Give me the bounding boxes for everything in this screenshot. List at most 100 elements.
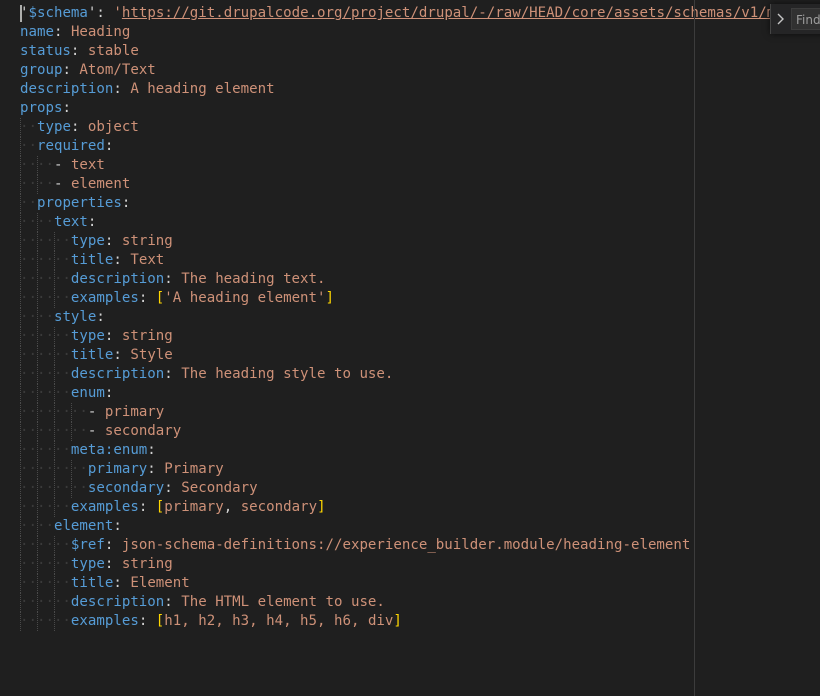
- code-token: $schema: [28, 5, 88, 21]
- code-line[interactable]: props:: [20, 99, 820, 118]
- code-token: :: [113, 81, 131, 97]
- code-line[interactable]: ··required:: [20, 137, 820, 156]
- indent-guide: [20, 289, 21, 308]
- code-line[interactable]: ········- primary: [20, 403, 820, 422]
- code-token: string: [121, 328, 173, 344]
- code-token: :: [147, 442, 156, 458]
- whitespace-marker: ······: [20, 347, 71, 363]
- code-token: $ref: [70, 537, 105, 553]
- code-line[interactable]: ········- secondary: [20, 422, 820, 441]
- code-token: title: [70, 347, 114, 363]
- indent-guide: [20, 308, 21, 327]
- code-line[interactable]: status: stable: [20, 42, 820, 61]
- code-token: secondary: [87, 480, 165, 496]
- code-line[interactable]: ········secondary: Secondary: [20, 479, 820, 498]
- whitespace-marker: ······: [20, 233, 71, 249]
- indent-guide: [37, 213, 38, 232]
- indent-guide: [20, 574, 21, 593]
- code-token: string: [121, 233, 173, 249]
- code-token: :: [147, 461, 165, 477]
- indent-guide: [37, 270, 38, 289]
- indent-guide: [54, 289, 55, 308]
- code-token: :: [113, 347, 131, 363]
- code-line[interactable]: ······meta:enum:: [20, 441, 820, 460]
- indent-guide: [37, 517, 38, 536]
- code-line[interactable]: ······type: string: [20, 232, 820, 251]
- code-line[interactable]: ····element:: [20, 517, 820, 536]
- code-token: stable: [87, 43, 139, 59]
- code-line[interactable]: ······title: Element: [20, 574, 820, 593]
- whitespace-marker: ······: [20, 290, 71, 306]
- code-line[interactable]: ······type: string: [20, 327, 820, 346]
- code-line[interactable]: ······description: The heading text.: [20, 270, 820, 289]
- indent-guide: [54, 479, 55, 498]
- code-token: type: [70, 556, 105, 572]
- code-line[interactable]: ··type: object: [20, 118, 820, 137]
- toggle-replace-button[interactable]: [771, 4, 791, 34]
- code-line[interactable]: '$schema': 'https://git.drupalcode.org/p…: [20, 4, 820, 23]
- code-line[interactable]: ······$ref: json-schema-definitions://ex…: [20, 536, 820, 555]
- whitespace-marker: ······: [20, 328, 71, 344]
- code-token: primary: [104, 404, 165, 420]
- code-line[interactable]: ····style:: [20, 308, 820, 327]
- code-token: description: [70, 366, 165, 382]
- code-line[interactable]: ······enum:: [20, 384, 820, 403]
- code-token: -: [53, 176, 71, 192]
- code-token: primary: [87, 461, 148, 477]
- code-line[interactable]: ······description: The heading style to …: [20, 365, 820, 384]
- indent-guide: [37, 479, 38, 498]
- indent-guide: [20, 365, 21, 384]
- code-token: examples: [70, 613, 139, 629]
- find-input[interactable]: Find: [791, 8, 820, 30]
- code-token: string: [121, 556, 173, 572]
- code-line[interactable]: ··properties:: [20, 194, 820, 213]
- code-token: status: [20, 43, 71, 59]
- code-line[interactable]: ······description: The HTML element to u…: [20, 593, 820, 612]
- code-line[interactable]: ······type: string: [20, 555, 820, 574]
- find-widget[interactable]: Find: [770, 4, 820, 34]
- whitespace-marker: ··: [20, 138, 37, 154]
- code-line[interactable]: ······title: Style: [20, 346, 820, 365]
- code-token: element: [70, 176, 131, 192]
- indent-guide: [54, 574, 55, 593]
- code-area[interactable]: '$schema': 'https://git.drupalcode.org/p…: [20, 4, 820, 631]
- indent-guide: [71, 422, 72, 441]
- code-line[interactable]: ······title: Text: [20, 251, 820, 270]
- indent-guide: [54, 498, 55, 517]
- code-line[interactable]: ····- text: [20, 156, 820, 175]
- code-line[interactable]: description: A heading element: [20, 80, 820, 99]
- code-token: title: [70, 575, 114, 591]
- indent-guide: [37, 346, 38, 365]
- indent-guide: [20, 384, 21, 403]
- code-line[interactable]: ····- element: [20, 175, 820, 194]
- code-token: description: [70, 594, 165, 610]
- code-token: properties: [36, 195, 122, 211]
- code-line[interactable]: ········primary: Primary: [20, 460, 820, 479]
- indent-guide: [20, 232, 21, 251]
- code-token: description: [20, 81, 114, 97]
- code-token: object: [87, 119, 139, 135]
- code-line[interactable]: ······examples: [primary, secondary]: [20, 498, 820, 517]
- code-line[interactable]: ····text:: [20, 213, 820, 232]
- indent-guide: [37, 441, 38, 460]
- code-editor[interactable]: '$schema': 'https://git.drupalcode.org/p…: [0, 0, 820, 696]
- code-line[interactable]: ······examples: ['A heading element']: [20, 289, 820, 308]
- code-token: style: [53, 309, 97, 325]
- indent-guide: [20, 346, 21, 365]
- code-token: examples: [70, 499, 139, 515]
- indent-guide: [37, 308, 38, 327]
- code-line[interactable]: name: Heading: [20, 23, 820, 42]
- indent-guide: [54, 536, 55, 555]
- code-token: text: [70, 157, 105, 173]
- indent-guide: [37, 365, 38, 384]
- indent-guide: [54, 346, 55, 365]
- code-line[interactable]: ······examples: [h1, h2, h3, h4, h5, h6,…: [20, 612, 820, 631]
- code-token: -: [87, 404, 105, 420]
- code-line[interactable]: group: Atom/Text: [20, 61, 820, 80]
- indent-guide: [20, 137, 21, 156]
- code-token: ,: [223, 499, 241, 515]
- indent-guide: [54, 232, 55, 251]
- indent-guide: [54, 365, 55, 384]
- indent-guide: [71, 403, 72, 422]
- code-token: meta:enum: [70, 442, 148, 458]
